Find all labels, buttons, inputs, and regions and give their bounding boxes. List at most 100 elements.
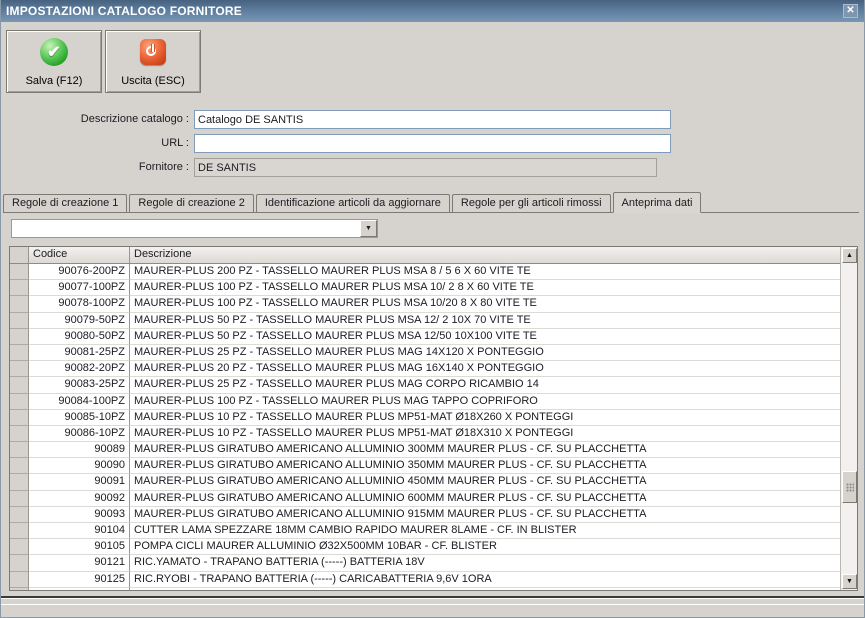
row-selector[interactable] xyxy=(10,328,29,345)
articles-table: Codice Descrizione 90076-200PZ MAURER-PL… xyxy=(9,246,858,591)
power-icon xyxy=(140,39,166,65)
save-button[interactable]: ✔ Salva (F12) xyxy=(6,30,102,93)
vertical-scrollbar[interactable]: ▲ ▼ xyxy=(840,247,857,590)
status-bar xyxy=(1,604,864,617)
row-selector[interactable] xyxy=(10,344,29,362)
tab-regole-per-gli-articoli-rimossi[interactable]: Regole per gli articoli rimossi xyxy=(451,194,611,212)
preview-filter-combo-input[interactable] xyxy=(11,219,378,238)
scroll-down-icon[interactable]: ▼ xyxy=(842,574,857,589)
table-row[interactable]: 90078-100PZ MAURER-PLUS 100 PZ - TASSELL… xyxy=(10,296,840,313)
cell-codice: 90104 xyxy=(29,523,130,540)
cell-descrizione: MAURER-PLUS 10 PZ - TASSELLO MAURER PLUS… xyxy=(130,410,840,426)
table-row[interactable] xyxy=(10,587,840,590)
row-selector[interactable] xyxy=(10,490,29,507)
cell-descrizione: POMPA CICLI MAURER ALLUMINIO Ø32X500MM 1… xyxy=(130,539,840,556)
table-row[interactable]: 90084-100PZ MAURER-PLUS 100 PZ - TASSELL… xyxy=(10,393,840,410)
url-input[interactable] xyxy=(194,134,671,153)
cell-descrizione: CUTTER LAMA SPEZZARE 18MM CAMBIO RAPIDO … xyxy=(130,523,840,540)
descrizione-catalogo-input[interactable] xyxy=(194,110,671,129)
cell-descrizione: MAURER-PLUS GIRATUBO AMERICANO ALLUMINIO… xyxy=(130,491,840,507)
cell-descrizione: RIC.YAMATO - TRAPANO BATTERIA (-----) BA… xyxy=(130,555,840,572)
table-row[interactable]: 90080-50PZ MAURER-PLUS 50 PZ - TASSELLO … xyxy=(10,328,840,345)
row-selector[interactable] xyxy=(10,474,29,491)
table-row[interactable]: 90083-25PZ MAURER-PLUS 25 PZ - TASSELLO … xyxy=(10,377,840,394)
table-row[interactable]: 90121 RIC.YAMATO - TRAPANO BATTERIA (---… xyxy=(10,555,840,572)
table-row[interactable]: 90085-10PZ MAURER-PLUS 10 PZ - TASSELLO … xyxy=(10,409,840,426)
column-header-codice[interactable]: Codice xyxy=(29,247,130,263)
row-selector[interactable] xyxy=(10,425,29,443)
close-button[interactable]: ✕ xyxy=(843,4,858,18)
row-selector[interactable] xyxy=(10,312,29,329)
row-selector[interactable] xyxy=(10,393,29,410)
cell-codice: 90105 xyxy=(29,539,130,556)
table-row[interactable]: 90077-100PZ MAURER-PLUS 100 PZ - TASSELL… xyxy=(10,280,840,297)
table-row[interactable]: 90081-25PZ MAURER-PLUS 25 PZ - TASSELLO … xyxy=(10,344,840,362)
column-header-descrizione[interactable]: Descrizione xyxy=(130,247,840,263)
table-row[interactable]: 90105 POMPA CICLI MAURER ALLUMINIO Ø32X5… xyxy=(10,539,840,556)
cell-descrizione: RIC.RYOBI - TRAPANO BATTERIA (-----) CAR… xyxy=(130,572,840,588)
scrollbar-grip xyxy=(846,483,854,492)
cell-codice: 90090 xyxy=(29,458,130,475)
row-selector[interactable] xyxy=(10,280,29,297)
tab-anteprima-dati[interactable]: Anteprima dati xyxy=(612,192,702,213)
row-selector[interactable] xyxy=(10,296,29,313)
cell-descrizione: MAURER-PLUS GIRATUBO AMERICANO ALLUMINIO… xyxy=(130,442,840,459)
table-row[interactable]: 90086-10PZ MAURER-PLUS 10 PZ - TASSELLO … xyxy=(10,425,840,443)
url-label: URL : xyxy=(161,137,189,149)
row-selector[interactable] xyxy=(10,458,29,475)
chevron-down-icon[interactable]: ▼ xyxy=(360,220,377,237)
table-row[interactable]: 90092 MAURER-PLUS GIRATUBO AMERICANO ALL… xyxy=(10,490,840,507)
table-row[interactable]: 90090 MAURER-PLUS GIRATUBO AMERICANO ALL… xyxy=(10,458,840,475)
table-row[interactable]: 90079-50PZ MAURER-PLUS 50 PZ - TASSELLO … xyxy=(10,312,840,329)
row-selector[interactable] xyxy=(10,539,29,556)
cell-codice: 90121 xyxy=(29,555,130,572)
save-button-label: Salva (F12) xyxy=(25,75,83,87)
tab-identificazione-articoli-da-aggiornare[interactable]: Identificazione articoli da aggiornare xyxy=(255,194,450,212)
tab-strip: Regole di creazione 1 Regole di creazione… xyxy=(3,192,859,213)
bottom-separator-highlight xyxy=(1,598,864,599)
cell-codice: 90089 xyxy=(29,442,130,459)
row-selector[interactable] xyxy=(10,361,29,378)
cell-descrizione: MAURER-PLUS GIRATUBO AMERICANO ALLUMINIO… xyxy=(130,474,840,491)
cell-codice: 90082-20PZ xyxy=(29,361,130,378)
table-row[interactable]: 90125 RIC.RYOBI - TRAPANO BATTERIA (----… xyxy=(10,571,840,588)
table-row[interactable]: 90093 MAURER-PLUS GIRATUBO AMERICANO ALL… xyxy=(10,506,840,523)
row-selector[interactable] xyxy=(10,587,29,590)
row-selector[interactable] xyxy=(10,555,29,572)
cell-descrizione: MAURER-PLUS 100 PZ - TASSELLO MAURER PLU… xyxy=(130,296,840,313)
cell-codice: 90086-10PZ xyxy=(29,425,130,443)
scroll-up-icon[interactable]: ▲ xyxy=(842,248,857,263)
row-selector[interactable] xyxy=(10,506,29,523)
tab-regole-di-creazione-2[interactable]: Regole di creazione 2 xyxy=(129,194,254,212)
table-row[interactable]: 90089 MAURER-PLUS GIRATUBO AMERICANO ALL… xyxy=(10,442,840,459)
cell-descrizione: MAURER-PLUS 25 PZ - TASSELLO MAURER PLUS… xyxy=(130,345,840,362)
table-row[interactable]: 90076-200PZ MAURER-PLUS 200 PZ - TASSELL… xyxy=(10,264,840,281)
cell-codice: 90084-100PZ xyxy=(29,393,130,410)
row-selector[interactable] xyxy=(10,409,29,426)
table-row[interactable]: 90091 MAURER-PLUS GIRATUBO AMERICANO ALL… xyxy=(10,474,840,491)
cell-codice: 90081-25PZ xyxy=(29,344,130,362)
cell-codice: 90085-10PZ xyxy=(29,409,130,426)
cell-codice: 90078-100PZ xyxy=(29,296,130,313)
tab-regole-di-creazione-1[interactable]: Regole di creazione 1 xyxy=(3,194,128,212)
fornitore-field xyxy=(194,158,657,177)
table-row[interactable]: 90104 CUTTER LAMA SPEZZARE 18MM CAMBIO R… xyxy=(10,523,840,540)
row-selector[interactable] xyxy=(10,523,29,540)
cell-descrizione: MAURER-PLUS 50 PZ - TASSELLO MAURER PLUS… xyxy=(130,329,840,345)
row-selector[interactable] xyxy=(10,571,29,588)
row-selector[interactable] xyxy=(10,377,29,394)
titlebar[interactable]: IMPOSTAZIONI CATALOGO FORNITORE ✕ xyxy=(1,0,864,22)
cell-codice: 90091 xyxy=(29,474,130,491)
fornitore-label: Fornitore : xyxy=(138,161,189,173)
table-header: Codice Descrizione xyxy=(10,247,840,264)
row-selector[interactable] xyxy=(10,442,29,459)
close-icon: ✕ xyxy=(846,5,855,16)
cell-codice: 90079-50PZ xyxy=(29,312,130,329)
exit-button[interactable]: Uscita (ESC) xyxy=(105,30,201,93)
row-selector[interactable] xyxy=(10,264,29,281)
preview-filter-combo[interactable]: ▼ xyxy=(11,219,378,238)
table-body: 90076-200PZ MAURER-PLUS 200 PZ - TASSELL… xyxy=(10,264,840,590)
cell-codice: 90083-25PZ xyxy=(29,377,130,394)
scrollbar-thumb[interactable] xyxy=(842,471,857,503)
table-row[interactable]: 90082-20PZ MAURER-PLUS 20 PZ - TASSELLO … xyxy=(10,361,840,378)
